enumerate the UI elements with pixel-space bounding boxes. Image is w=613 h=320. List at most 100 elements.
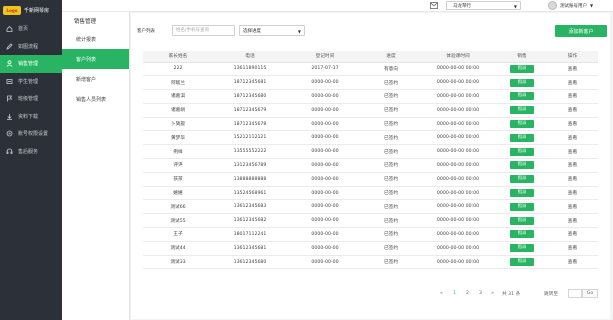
store-select[interactable]: 马龙琴行 ▼ bbox=[446, 1, 521, 10]
status-select[interactable]: 选择进度 ▼ bbox=[239, 25, 305, 36]
submenu-item-1[interactable]: 客户列表 bbox=[62, 49, 129, 69]
assign-button[interactable]: 指派 bbox=[510, 202, 534, 211]
view-link[interactable]: 查看 bbox=[568, 122, 577, 127]
filter-label: 客户列表 bbox=[137, 29, 155, 34]
assign-button[interactable]: 指派 bbox=[510, 133, 534, 142]
assign-button[interactable]: 指派 bbox=[510, 106, 534, 115]
sidebar-item-2[interactable]: 销售管理 bbox=[0, 55, 62, 73]
table-row: 测试66 13612345683 0000-00-00 已签约 0000-00-00 0… bbox=[143, 199, 598, 215]
table-cell: 查看 bbox=[547, 186, 598, 201]
table-cell: 黄梦毕 bbox=[143, 130, 213, 146]
view-link[interactable]: 查看 bbox=[568, 163, 577, 168]
assign-button[interactable]: 指派 bbox=[510, 216, 534, 225]
view-link[interactable]: 查看 bbox=[568, 260, 577, 265]
mail-icon[interactable] bbox=[430, 2, 438, 9]
assign-button[interactable]: 指派 bbox=[510, 120, 534, 129]
view-link[interactable]: 查看 bbox=[568, 232, 577, 237]
main-content: 客户列表 选择进度 ▼ 添加新客户 家长姓名电话登记时间进度体验课时间销售操作 … bbox=[131, 13, 610, 319]
assign-button[interactable]: 指派 bbox=[510, 147, 534, 156]
table-cell: 指派 bbox=[497, 117, 547, 132]
table-cell: 指派 bbox=[497, 144, 547, 160]
sidebar-item-0[interactable]: 首页 bbox=[0, 20, 62, 38]
table-cell: 诸葛峒 bbox=[143, 103, 213, 118]
view-link[interactable]: 查看 bbox=[568, 177, 577, 182]
table-cell: 查看 bbox=[547, 89, 598, 104]
chevron-down-icon: ▼ bbox=[297, 29, 301, 34]
view-link[interactable]: 查看 bbox=[568, 150, 577, 155]
table-cell: 0000-00-00 bbox=[287, 117, 363, 132]
table-row: 嬉嬉 13524568961 0000-00-00 已签约 0000-00-00 00:… bbox=[143, 186, 598, 201]
assign-button[interactable]: 指派 bbox=[510, 230, 534, 239]
view-link[interactable]: 查看 bbox=[568, 94, 577, 99]
sidebar: Logo 千新网琴房 首页 如图流程 销售管理学生管理班级管理资料下载账号权限设置售… bbox=[0, 0, 62, 320]
service-icon bbox=[6, 148, 13, 155]
table-cell: 13612345681 bbox=[213, 241, 287, 256]
table-cell: 指派 bbox=[497, 227, 547, 242]
table-cell: 0000-00-00 00:00 bbox=[419, 130, 497, 146]
page-3-button[interactable]: 3 bbox=[479, 291, 482, 296]
go-button[interactable]: Go bbox=[582, 289, 598, 298]
sidebar-item-5[interactable]: 资料下载 bbox=[0, 108, 62, 126]
view-link[interactable]: 查看 bbox=[568, 108, 577, 113]
table-cell: 嬉嬉 bbox=[143, 186, 213, 201]
assign-button[interactable]: 指派 bbox=[510, 64, 534, 73]
assign-button[interactable]: 指派 bbox=[510, 189, 534, 198]
table-cell: 指派 bbox=[497, 213, 547, 229]
page-2-button[interactable]: 2 bbox=[466, 291, 469, 296]
sidebar-item-7[interactable]: 售后服务 bbox=[0, 143, 62, 161]
status-select-value: 选择进度 bbox=[243, 28, 261, 34]
view-link[interactable]: 查看 bbox=[568, 219, 577, 224]
table-cell: 已签约 bbox=[363, 199, 419, 215]
top-header: 马龙琴行 ▼ 测试账号用户 ▼ bbox=[62, 0, 613, 12]
table-cell: 0000-00-00 bbox=[287, 75, 363, 91]
table-cell: 18712345678 bbox=[213, 117, 287, 132]
prev-page-button[interactable]: « bbox=[440, 291, 443, 296]
assign-button[interactable]: 指派 bbox=[510, 78, 534, 87]
view-link[interactable]: 查看 bbox=[568, 67, 577, 72]
column-header: 电话 bbox=[213, 51, 287, 63]
sidebar-item-3[interactable]: 学生管理 bbox=[0, 73, 62, 91]
submenu-item-2[interactable]: 新增客户 bbox=[62, 69, 129, 89]
column-header: 登记时间 bbox=[287, 51, 363, 63]
table-cell: 0000-00-00 bbox=[287, 89, 363, 104]
column-header: 体验课时间 bbox=[419, 51, 497, 63]
view-link[interactable]: 查看 bbox=[568, 246, 577, 251]
sidebar-item-6[interactable]: 账号权限设置 bbox=[0, 125, 62, 143]
submenu: 销售管理 统计报表 客户列表 新增客户 销售人员列表 bbox=[62, 12, 130, 320]
table-row: 诸葛峒 18712345679 0000-00-00 已签约 0000-00-00 00… bbox=[143, 103, 598, 118]
table-cell: 0000-00-00 00:00 bbox=[419, 186, 497, 201]
page-1-button[interactable]: 1 bbox=[453, 291, 456, 296]
assign-button[interactable]: 指派 bbox=[510, 92, 534, 101]
table-cell: 已签约 bbox=[363, 227, 419, 242]
jump-page-input[interactable] bbox=[568, 289, 582, 298]
table-cell: 13555552222 bbox=[213, 144, 287, 160]
assign-button[interactable]: 指派 bbox=[510, 244, 534, 253]
table-cell: 指派 bbox=[497, 172, 547, 187]
table-cell: 0000-00-00 00:00 bbox=[419, 241, 497, 256]
avatar bbox=[548, 1, 557, 10]
sidebar-item-1[interactable]: 如图流程 bbox=[0, 38, 62, 56]
table-cell: 查看 bbox=[547, 130, 598, 146]
search-input[interactable] bbox=[172, 25, 235, 36]
sidebar-item-label: 账号权限设置 bbox=[18, 131, 49, 138]
assign-button[interactable]: 指派 bbox=[510, 161, 534, 170]
assign-button[interactable]: 指派 bbox=[510, 258, 534, 267]
sidebar-item-label: 学生管理 bbox=[18, 78, 39, 85]
assign-button[interactable]: 指派 bbox=[510, 175, 534, 184]
view-link[interactable]: 查看 bbox=[568, 136, 577, 141]
next-page-button[interactable]: » bbox=[491, 291, 494, 296]
submenu-item-0[interactable]: 统计报表 bbox=[62, 29, 129, 49]
table-cell: 0000-00-00 bbox=[287, 172, 363, 187]
table-cell: 评评 bbox=[143, 158, 213, 173]
view-link[interactable]: 查看 bbox=[568, 191, 577, 196]
view-link[interactable]: 查看 bbox=[568, 81, 577, 86]
brand[interactable]: Logo 千新网琴房 bbox=[0, 0, 62, 20]
add-customer-button[interactable]: 添加新客户 bbox=[555, 25, 607, 37]
view-link[interactable]: 查看 bbox=[568, 205, 577, 210]
submenu-item-3[interactable]: 销售人员列表 bbox=[62, 89, 129, 109]
user-name: 测试账号用户 bbox=[560, 3, 587, 9]
sidebar-item-4[interactable]: 班级管理 bbox=[0, 90, 62, 108]
user-menu[interactable]: 测试账号用户 ▼ bbox=[548, 1, 593, 10]
table-cell: 指派 bbox=[497, 199, 547, 215]
sidebar-item-label: 班级管理 bbox=[18, 96, 39, 103]
